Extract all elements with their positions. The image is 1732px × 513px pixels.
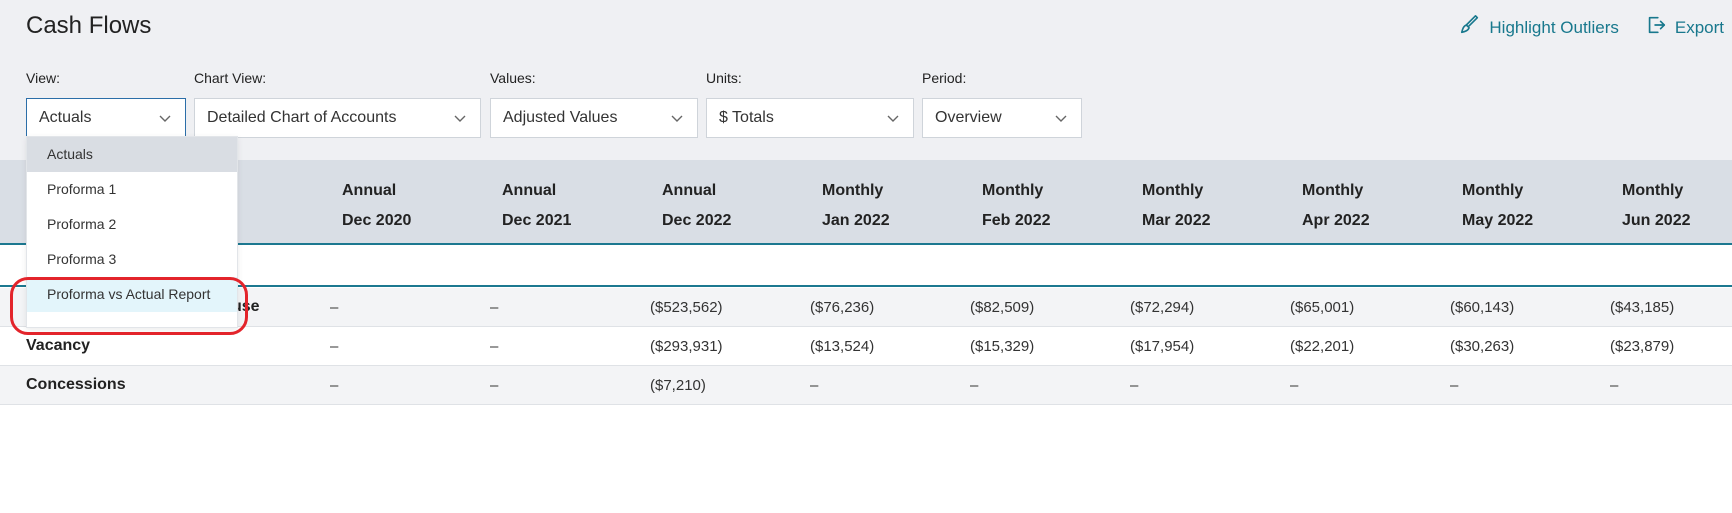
- table-cell: –: [1130, 377, 1139, 394]
- page-title: Cash Flows: [26, 12, 152, 39]
- period-select[interactable]: Overview: [922, 98, 1082, 138]
- table-cell: –: [330, 299, 339, 316]
- table-cell: ($22,201): [1290, 338, 1355, 355]
- dropdown-option-actuals[interactable]: Actuals: [27, 137, 237, 172]
- table-cell: –: [490, 299, 499, 316]
- export-label: Export: [1674, 17, 1724, 37]
- table-cell: ($60,143): [1450, 299, 1515, 316]
- table-cell: ($72,294): [1130, 299, 1195, 316]
- units-select[interactable]: $ Totals: [706, 98, 914, 138]
- table-cell: –: [1450, 377, 1459, 394]
- dropdown-option-proforma-2[interactable]: Proforma 2: [27, 207, 237, 242]
- table-cell: ($13,524): [810, 338, 875, 355]
- table-cell: ($15,329): [970, 338, 1035, 355]
- values-select[interactable]: Adjusted Values: [490, 98, 698, 138]
- table-cell: –: [490, 338, 499, 355]
- column-header[interactable]: Monthly Mar 2022: [1142, 176, 1211, 236]
- row-label: Vacancy: [26, 337, 91, 354]
- dropdown-option-proforma-3[interactable]: Proforma 3: [27, 242, 237, 277]
- table-cell: –: [490, 377, 499, 394]
- period-filter: Period: Overview: [922, 70, 1082, 138]
- chart-view-filter: Chart View: Detailed Chart of Accounts: [194, 70, 481, 138]
- toolbar-area: Cash Flows Highlight Outliers Export Vie…: [0, 0, 1732, 160]
- table-row[interactable]: Concessions – – ($7,210) – – – – – –: [0, 366, 1732, 405]
- column-header[interactable]: Annual Dec 2021: [502, 176, 571, 236]
- table-cell: –: [1290, 377, 1299, 394]
- chevron-down-icon: [887, 115, 899, 122]
- chevron-down-icon: [671, 115, 683, 122]
- table-row[interactable]: use – – ($523,562) ($76,236) ($82,509) (…: [0, 288, 1732, 327]
- units-select-value: $ Totals: [719, 109, 774, 126]
- column-header[interactable]: Monthly Feb 2022: [982, 176, 1050, 236]
- table-cell: –: [970, 377, 979, 394]
- view-filter: View: Actuals: [26, 70, 186, 138]
- table-cell: –: [330, 338, 339, 355]
- table-cell: ($7,210): [650, 377, 706, 394]
- page-actions: Highlight Outliers Export: [1459, 14, 1724, 41]
- highlight-outliers-label: Highlight Outliers: [1489, 17, 1619, 37]
- highlight-outliers-button[interactable]: Highlight Outliers: [1459, 14, 1619, 41]
- values-select-value: Adjusted Values: [503, 109, 618, 126]
- column-header[interactable]: Monthly Apr 2022: [1302, 176, 1370, 236]
- view-select-value: Actuals: [39, 109, 92, 126]
- brush-icon: [1459, 14, 1481, 41]
- chevron-down-icon: [159, 115, 171, 122]
- table-cell: ($43,185): [1610, 299, 1675, 316]
- table-header: Annual Dec 2020 Annual Dec 2021 Annual Dec …: [0, 160, 1732, 245]
- column-header[interactable]: Monthly Jan 2022: [822, 176, 890, 236]
- table-row[interactable]: Vacancy – – ($293,931) ($13,524) ($15,32…: [0, 327, 1732, 366]
- table-cell: ($523,562): [650, 299, 723, 316]
- table-cell: ($17,954): [1130, 338, 1195, 355]
- chevron-down-icon: [1055, 115, 1067, 122]
- table-cell: ($293,931): [650, 338, 723, 355]
- chevron-down-icon: [454, 115, 466, 122]
- period-filter-label: Period:: [922, 70, 967, 86]
- table-cell: ($76,236): [810, 299, 875, 316]
- column-header[interactable]: Annual Dec 2022: [662, 176, 731, 236]
- column-header[interactable]: Monthly May 2022: [1462, 176, 1533, 236]
- dropdown-option-proforma-vs-actual[interactable]: Proforma vs Actual Report: [27, 277, 237, 312]
- view-select[interactable]: Actuals: [26, 98, 186, 138]
- column-header[interactable]: Monthly Jun 2022: [1622, 176, 1690, 236]
- export-icon: [1645, 14, 1667, 41]
- chart-view-select-value: Detailed Chart of Accounts: [207, 109, 397, 126]
- view-filter-label: View:: [26, 70, 60, 86]
- table-cell: ($23,879): [1610, 338, 1675, 355]
- table-cell: ($65,001): [1290, 299, 1355, 316]
- chart-view-select[interactable]: Detailed Chart of Accounts: [194, 98, 481, 138]
- units-filter: Units: $ Totals: [706, 70, 914, 138]
- view-dropdown-menu: Actuals Proforma 1 Proforma 2 Proforma 3…: [26, 136, 238, 328]
- row-label: Concessions: [26, 376, 126, 393]
- period-select-value: Overview: [935, 109, 1002, 126]
- units-filter-label: Units:: [706, 70, 742, 86]
- chart-view-filter-label: Chart View:: [194, 70, 267, 86]
- table-cell: –: [810, 377, 819, 394]
- table-cell: ($30,263): [1450, 338, 1515, 355]
- section-row: [0, 245, 1732, 287]
- export-button[interactable]: Export: [1645, 14, 1724, 41]
- column-header[interactable]: Annual Dec 2020: [342, 176, 411, 236]
- table-cell: –: [1610, 377, 1619, 394]
- table-cell: ($82,509): [970, 299, 1035, 316]
- values-filter: Values: Adjusted Values: [490, 70, 698, 138]
- table-cell: –: [330, 377, 339, 394]
- values-filter-label: Values:: [490, 70, 536, 86]
- dropdown-option-proforma-1[interactable]: Proforma 1: [27, 172, 237, 207]
